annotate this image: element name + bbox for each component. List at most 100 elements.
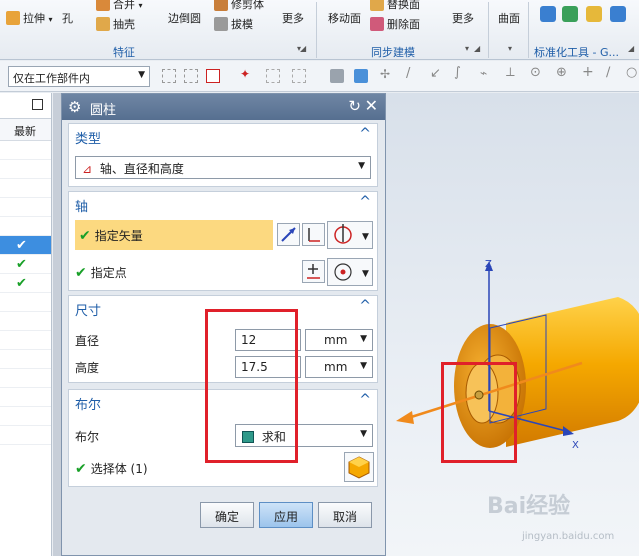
snap-end-icon[interactable]: ✢: [380, 67, 394, 81]
snap-intersection-icon[interactable]: ⟂: [506, 65, 520, 80]
list-item[interactable]: ✔: [0, 274, 51, 293]
replace-face-button[interactable]: 替换面: [370, 0, 420, 12]
snap-point-on-icon[interactable]: +: [582, 64, 596, 80]
select-edges-icon[interactable]: [184, 69, 198, 83]
section-header[interactable]: 尺寸 ^: [69, 296, 377, 320]
check-icon: ✔: [16, 276, 27, 291]
sheet-body-icon[interactable]: [354, 69, 368, 83]
close-icon[interactable]: ✕: [365, 96, 378, 115]
reverse-direction-icon[interactable]: [277, 223, 300, 246]
list-item[interactable]: [0, 369, 51, 388]
collapse-icon[interactable]: ^: [359, 194, 371, 210]
snap-more-icon[interactable]: ○: [626, 65, 639, 80]
specify-vector-row[interactable]: ✔ 指定矢量: [75, 220, 273, 250]
list-item[interactable]: ✔: [0, 236, 51, 255]
height-unit-select[interactable]: mm ▼: [305, 356, 373, 378]
specify-point-row[interactable]: ✔ 指定点: [75, 264, 127, 281]
vector-dialog-icon[interactable]: [302, 223, 325, 246]
snap-tangent-icon[interactable]: ∕: [606, 65, 620, 80]
list-item[interactable]: [0, 388, 51, 407]
standard-tool-2-icon[interactable]: [562, 6, 578, 22]
cancel-button[interactable]: 取消: [318, 502, 372, 528]
delete-face-button[interactable]: 删除面: [370, 16, 420, 32]
standard-tool-3-icon[interactable]: [586, 6, 602, 22]
extrude-button[interactable]: 拉伸 ▾: [6, 10, 53, 26]
move-face-button[interactable]: 移动面: [328, 10, 361, 26]
unite-icon: [242, 431, 254, 443]
standard-tool-1-icon[interactable]: [540, 6, 556, 22]
section-header[interactable]: 轴 ^: [69, 192, 377, 216]
axis-section: 轴 ^ ✔ 指定矢量 ▼ ✔ 指定点 ▼: [68, 191, 378, 291]
list-item[interactable]: [0, 160, 51, 179]
delete-face-icon: [370, 17, 384, 31]
check-icon: ✔: [16, 257, 27, 272]
gear-icon[interactable]: ⚙: [68, 98, 81, 116]
surface-button[interactable]: 曲面: [498, 10, 520, 26]
list-item[interactable]: [0, 312, 51, 331]
more-feature-button[interactable]: 更多: [282, 10, 304, 26]
extrude-icon: [6, 11, 20, 25]
feature-group-label: 特征: [113, 46, 135, 59]
dialog-title: 圆柱: [90, 103, 117, 118]
list-item[interactable]: [0, 198, 51, 217]
trim-body-button[interactable]: 修剪体: [214, 0, 264, 12]
diameter-input[interactable]: 12: [235, 329, 301, 351]
inferred-vector-dropdown[interactable]: ▼: [327, 221, 373, 249]
snap-curve-icon[interactable]: ∫: [454, 65, 468, 80]
list-item[interactable]: [0, 350, 51, 369]
reset-icon[interactable]: ↻: [348, 97, 361, 115]
point-select-icon[interactable]: ✦: [240, 67, 254, 81]
collapse-icon[interactable]: ^: [359, 298, 371, 314]
collapse-icon[interactable]: ^: [359, 126, 371, 142]
point-dialog-icon[interactable]: [302, 260, 325, 283]
graphics-window[interactable]: Z X: [386, 93, 639, 556]
list-item[interactable]: ✔: [0, 255, 51, 274]
feature-group-expand-icon[interactable]: ◢: [300, 44, 306, 53]
inferred-point-dropdown[interactable]: ▼: [327, 258, 373, 286]
snap-point-icon[interactable]: [206, 69, 220, 83]
section-header[interactable]: 布尔 ^: [69, 390, 377, 414]
maximize-icon[interactable]: [32, 99, 43, 110]
snap-arc-center-icon[interactable]: ⊙: [530, 65, 544, 80]
list-item[interactable]: [0, 407, 51, 426]
solid-body-icon[interactable]: [330, 69, 344, 83]
select-faces-icon[interactable]: [162, 69, 176, 83]
sync-group-expand-icon[interactable]: ◢: [474, 44, 480, 53]
vector-arrowhead: [396, 411, 414, 424]
standard-tool-4-icon[interactable]: [610, 6, 626, 22]
list-item[interactable]: [0, 217, 51, 236]
boolean-select[interactable]: 求和 ▼: [235, 424, 373, 447]
diameter-unit-select[interactable]: mm ▼: [305, 329, 373, 351]
standard-group-label: 标准化工具 - G...: [534, 46, 619, 59]
select-body-icon[interactable]: [344, 452, 374, 482]
snap-existing-icon[interactable]: ⌁: [480, 66, 494, 80]
axis-diameter-height-icon: ⊿: [82, 162, 93, 176]
chevron-down-icon: ▼: [360, 429, 367, 439]
list-item[interactable]: [0, 141, 51, 160]
snap-control-icon[interactable]: ↙: [430, 66, 444, 81]
select-body-row[interactable]: ✔ 选择体 (1): [75, 460, 148, 477]
more-sync-button[interactable]: 更多: [452, 10, 474, 26]
shell-button[interactable]: 抽壳: [96, 16, 135, 32]
edge-blend-button[interactable]: 边倒圆: [168, 10, 201, 26]
snap-mid-icon[interactable]: /: [406, 66, 420, 81]
list-item[interactable]: [0, 426, 51, 445]
list-item[interactable]: [0, 179, 51, 198]
draft-button[interactable]: 拔模: [214, 16, 253, 32]
height-input[interactable]: 17.5: [235, 356, 301, 378]
standard-group-expand-icon[interactable]: ◢: [628, 44, 634, 53]
snap-quadrant-icon[interactable]: ⊕: [556, 65, 570, 80]
rect-select-icon[interactable]: [266, 69, 280, 83]
ok-button[interactable]: 确定: [200, 502, 254, 528]
list-item[interactable]: [0, 293, 51, 312]
list-item[interactable]: [0, 331, 51, 350]
section-header[interactable]: 类型 ^: [69, 124, 377, 148]
type-select[interactable]: ⊿ 轴、直径和高度 ▼: [75, 156, 371, 179]
unite-button[interactable]: 合并 ▾: [96, 0, 143, 12]
scope-filter-select[interactable]: 仅在工作部件内 ▼: [8, 66, 150, 87]
apply-button[interactable]: 应用: [259, 502, 313, 528]
svg-text:▼: ▼: [362, 232, 369, 242]
hole-button[interactable]: 孔: [62, 10, 73, 26]
collapse-icon[interactable]: ^: [359, 392, 371, 408]
lasso-select-icon[interactable]: [292, 69, 306, 83]
